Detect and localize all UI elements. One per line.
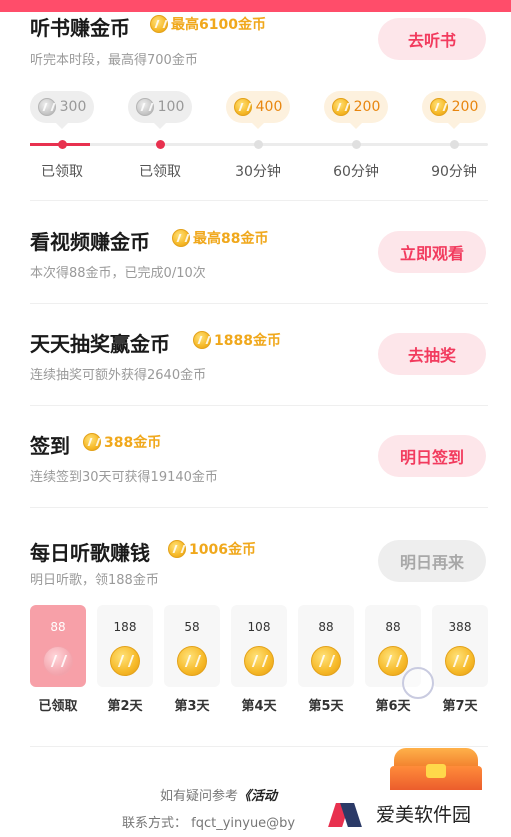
coin-icon <box>193 331 211 349</box>
milestone-amount: 100 <box>157 99 185 115</box>
milestone-reward-1[interactable]: 300 <box>30 91 94 129</box>
coin-icon <box>331 98 350 116</box>
day-amount: 88 <box>318 620 334 634</box>
lottery-button[interactable]: 去抽奖 <box>378 333 486 375</box>
milestone-reward-3[interactable]: 400 <box>226 91 290 129</box>
coin-icon <box>378 646 408 676</box>
task-reward: 1888金币 <box>193 330 281 350</box>
coin-icon <box>177 646 207 676</box>
day-amount: 58 <box>184 620 200 634</box>
coin-icon <box>172 229 190 247</box>
day-label: 第5天 <box>308 699 344 714</box>
day-amount: 88 <box>50 620 66 634</box>
task-title: 签到 <box>30 434 70 458</box>
reward-text: 1006金币 <box>189 542 256 558</box>
footer-contact: 联系方式： fqct_yinyue@by <box>122 816 296 831</box>
activity-rules-link[interactable]: 《活动 <box>238 789 277 804</box>
day-card-1[interactable]: 88 <box>30 605 86 687</box>
listen-book-button[interactable]: 去听书 <box>378 18 486 60</box>
task-subtitle: 听完本时段，最高得700金币 <box>30 53 198 68</box>
coin-icon <box>445 646 475 676</box>
task-title: 看视频赚金币 <box>30 230 150 254</box>
day-amount: 188 <box>113 620 137 634</box>
milestone-label: 60分钟 <box>333 164 379 180</box>
coin-icon <box>244 646 274 676</box>
task-reward: 388金币 <box>83 432 161 452</box>
reward-text: 最高88金币 <box>193 231 269 247</box>
day-label: 第3天 <box>174 699 210 714</box>
divider <box>30 303 488 304</box>
milestone-amount: 300 <box>59 99 87 115</box>
task-subtitle: 明日听歌，领188金币 <box>30 573 159 588</box>
touch-indicator <box>402 667 434 699</box>
task-subtitle: 连续签到30天可获得19140金币 <box>30 470 218 485</box>
watch-video-button[interactable]: 立即观看 <box>378 231 486 273</box>
day-card-3[interactable]: 58 <box>164 605 220 687</box>
milestone-label: 已领取 <box>41 164 83 180</box>
task-reward: 最高6100金币 <box>150 14 266 34</box>
milestone-label: 30分钟 <box>235 164 281 180</box>
milestone-label: 已领取 <box>139 164 181 180</box>
day-label: 已领取 <box>38 699 78 714</box>
day-label: 第7天 <box>442 699 478 714</box>
watermark-text: 爱美软件园 <box>376 804 472 826</box>
progress-dot <box>352 140 361 149</box>
milestone-amount: 400 <box>255 99 283 115</box>
day-amount: 88 <box>385 620 401 634</box>
milestone-reward-4[interactable]: 200 <box>324 91 388 129</box>
task-reward: 最高88金币 <box>172 228 268 248</box>
day-amount: 388 <box>448 620 472 634</box>
reward-text: 最高6100金币 <box>171 17 266 33</box>
milestone-label: 90分钟 <box>431 164 477 180</box>
coin-icon <box>233 98 252 116</box>
task-reward: 1006金币 <box>168 539 256 559</box>
day-card-4[interactable]: 108 <box>231 605 287 687</box>
footer-help-text: 如有疑问参考《活动 <box>160 785 277 804</box>
reward-text: 388金币 <box>104 435 162 451</box>
divider <box>30 507 488 508</box>
coin-icon <box>150 15 168 33</box>
day-card-7[interactable]: 388 <box>432 605 488 687</box>
milestone-reward-2[interactable]: 100 <box>128 91 192 129</box>
coin-icon <box>110 646 140 676</box>
progress-dot <box>254 140 263 149</box>
milestone-amount: 200 <box>353 99 381 115</box>
coin-icon <box>168 540 186 558</box>
task-subtitle: 连续抽奖可额外获得2640金币 <box>30 368 207 383</box>
music-button[interactable]: 明日再来 <box>378 540 486 582</box>
coin-icon <box>135 98 154 116</box>
footer-help-prefix: 如有疑问参考 <box>160 789 239 804</box>
task-title: 每日听歌赚钱 <box>30 541 150 565</box>
divider <box>30 200 488 201</box>
watermark: 爱美软件园 <box>322 790 511 837</box>
top-status-bar <box>0 0 511 12</box>
divider <box>30 405 488 406</box>
reward-text: 1888金币 <box>214 333 281 349</box>
coin-icon <box>311 646 341 676</box>
progress-dot <box>450 140 459 149</box>
milestone-reward-5[interactable]: 200 <box>422 91 486 129</box>
day-amount: 108 <box>247 620 271 634</box>
coin-icon <box>83 433 101 451</box>
task-subtitle: 本次得88金币，已完成0/10次 <box>30 266 206 281</box>
coin-icon <box>429 98 448 116</box>
coin-icon <box>37 98 56 116</box>
day-card-2[interactable]: 188 <box>97 605 153 687</box>
task-title: 天天抽奖赢金币 <box>30 332 170 356</box>
day-card-5[interactable]: 88 <box>298 605 354 687</box>
progress-dot <box>58 140 67 149</box>
day-label: 第2天 <box>107 699 143 714</box>
task-title: 听书赚金币 <box>30 16 130 40</box>
progress-dot <box>156 140 165 149</box>
milestone-amount: 200 <box>451 99 479 115</box>
day-label: 第4天 <box>241 699 277 714</box>
watermark-logo-icon <box>328 799 366 829</box>
coin-icon <box>43 646 73 676</box>
treasure-chest-icon[interactable] <box>386 744 486 794</box>
checkin-button[interactable]: 明日签到 <box>378 435 486 477</box>
